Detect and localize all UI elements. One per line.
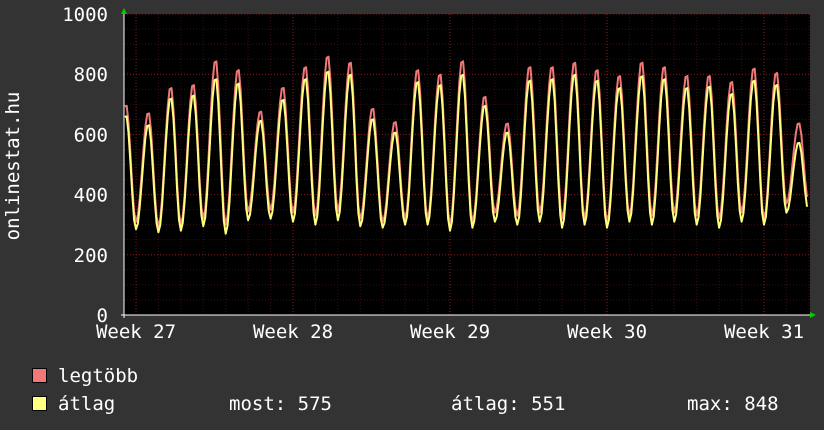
legend-swatch-avg [32, 396, 47, 411]
y-axis-arrow [121, 8, 127, 14]
x-tick-label: Week 29 [410, 321, 490, 343]
x-axis-arrow [810, 312, 816, 318]
x-tick-label: Week 30 [567, 321, 647, 343]
y-tick-label: 800 [74, 64, 108, 86]
x-tick-label: Week 27 [96, 321, 176, 343]
stat-average: átlag: 551 [451, 393, 566, 415]
y-tick-labels: 02004006008001000 [62, 4, 108, 327]
y-tick-label: 600 [74, 124, 108, 146]
legend-swatch-max [32, 368, 47, 383]
legend-label-max: legtöbb [58, 365, 139, 387]
y-tick-label: 200 [74, 245, 108, 267]
y-axis-label: onlinestat.hu [2, 92, 24, 241]
x-tick-label: Week 28 [253, 321, 333, 343]
x-tick-labels: Week 27 Week 28 Week 29 Week 30 Week 31 [96, 321, 804, 343]
stat-current: most: 575 [229, 393, 332, 415]
stat-maximum: max: 848 [687, 393, 779, 415]
y-tick-label: 400 [74, 185, 108, 207]
y-tick-label: 1000 [62, 4, 108, 26]
legend-label-avg: átlag [58, 393, 116, 415]
legend-item-max: legtöbb [30, 362, 810, 390]
legend: legtöbb átlag most: 575 átlag: 551 max: … [30, 362, 810, 418]
legend-item-avg: átlag most: 575 átlag: 551 max: 848 [30, 390, 810, 418]
x-tick-label: Week 31 [724, 321, 804, 343]
chart: 02004006008001000 Week 27 Week 28 Week 29 W… [2, 4, 816, 343]
